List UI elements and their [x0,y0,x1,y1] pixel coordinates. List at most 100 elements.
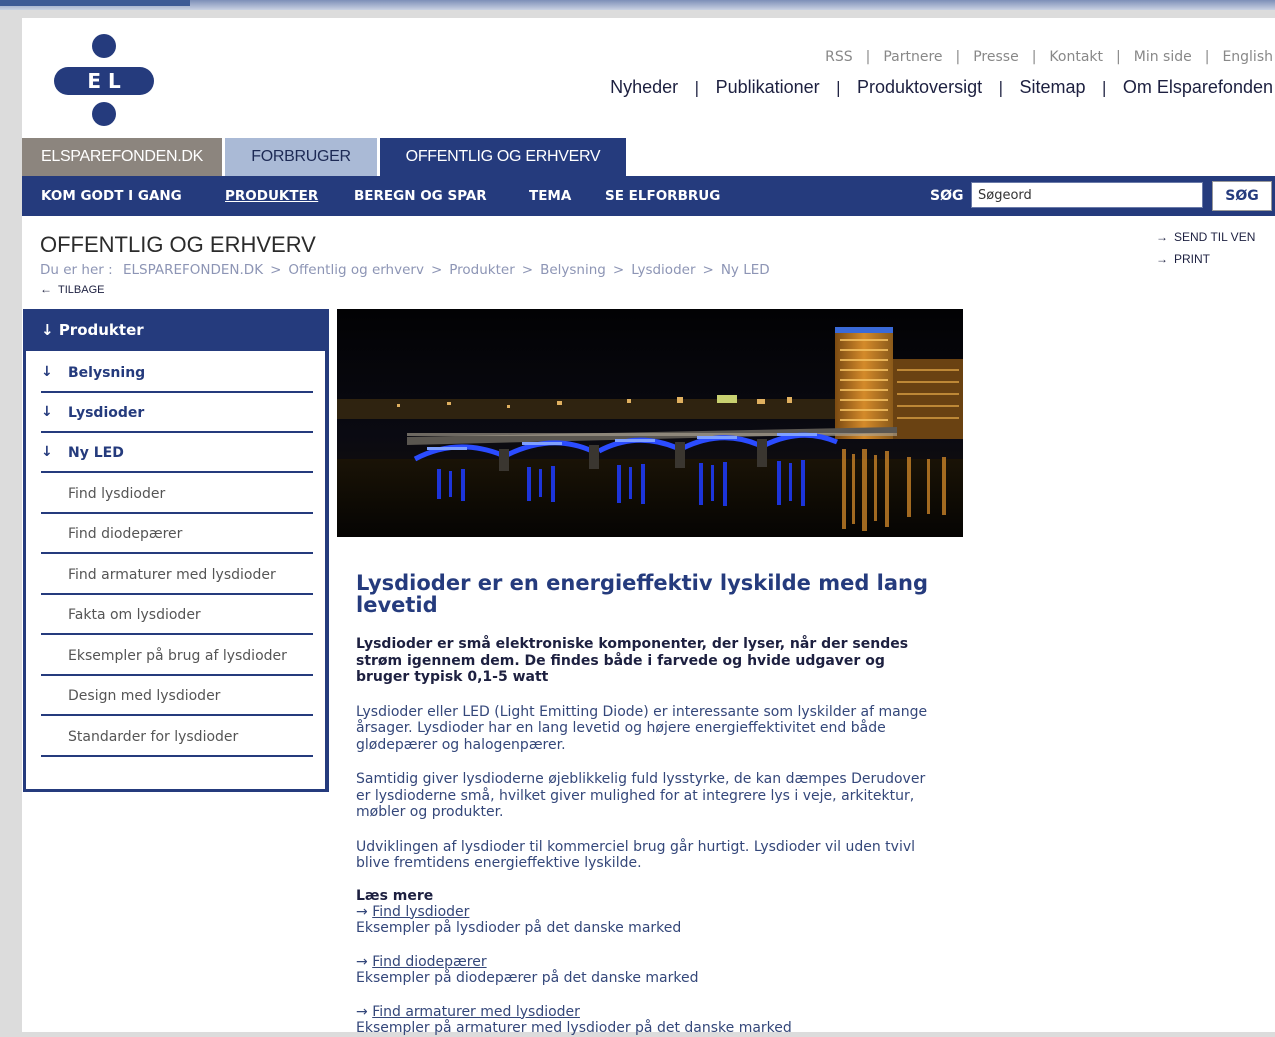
site-tabs: ELSPAREFONDEN.DK FORBRUGER OFFENTLIG OG … [22,138,1275,176]
sidebar-item-find-armaturer[interactable]: Find armaturer med lysdioder [41,555,313,595]
arrow-down-icon: ↓ [41,321,54,339]
sidebar-menu: ↓ Belysning ↓ Lysdioder ↓ Ny LED Find lysdi… [26,351,325,789]
article-lead: Lysdioder er små elektroniske komponente… [356,636,909,685]
nav-se-elforbrug[interactable]: SE ELFORBRUG [605,176,720,216]
breadcrumb-item[interactable]: Offentlig og erhverv [288,262,424,278]
back-label: TILBAGE [58,284,105,296]
sidebar-item-label: Belysning [68,365,146,381]
read-more-description: Eksempler på armaturer med lysdioder på … [356,1020,792,1036]
separator: | [835,78,842,97]
search-label: SØG [930,188,964,204]
breadcrumb-item-current: Ny LED [720,262,770,278]
link-presse[interactable]: Presse [973,49,1018,65]
breadcrumb: Du er her : ELSPAREFONDEN.DK > Offentlig o… [40,262,770,278]
sidebar-item-label: Standarder for lysdioder [68,729,239,745]
page: E L RSS | Partnere | Presse | Kontakt | Min side… [22,18,1275,1036]
arrow-right-icon: → [1156,252,1168,266]
read-more-description: Eksempler på lysdioder på det danske mar… [356,920,682,936]
tab-offentlig-og-erhverv[interactable]: OFFENTLIG OG ERHVERV [380,138,626,176]
sidebar-item-eksempler[interactable]: Eksempler på brug af lysdioder [41,636,313,676]
main-navigation: KOM GODT I GANG PRODUKTER BEREGN OG SPAR… [22,176,1275,216]
sidebar-item-find-diodepaerer[interactable]: Find diodepærer [41,514,313,554]
breadcrumb-item[interactable]: Belysning [540,262,606,278]
send-to-friend-label: SEND TIL VEN [1174,230,1256,244]
sidebar-item-label: Find lysdioder [68,486,166,502]
article-paragraph: Udviklingen af lysdioder til kommerciel … [356,838,916,872]
read-more-link-find-diodepaerer[interactable]: Find diodepærer [372,954,486,970]
breadcrumb-prefix: Du er her : [40,262,113,278]
separator: | [1116,49,1121,65]
breadcrumb-item[interactable]: Produkter [449,262,515,278]
separator: | [865,49,871,65]
search-input[interactable] [971,182,1203,208]
separator: | [1031,49,1037,65]
print-link[interactable]: → PRINT [1156,252,1255,266]
nav-kom-godt-i-gang[interactable]: KOM GODT I GANG [41,176,182,216]
link-nyheder[interactable]: Nyheder [610,77,678,97]
sidebar-item-standarder[interactable]: Standarder for lysdioder [41,717,313,757]
print-label: PRINT [1174,252,1210,266]
arrow-right-icon: → [356,1003,368,1020]
sidebar-item-fakta[interactable]: Fakta om lysdioder [41,595,313,635]
link-produktoversigt[interactable]: Produktoversigt [857,77,982,97]
breadcrumb-item[interactable]: Lysdioder [631,262,695,278]
arrow-right-icon: → [356,953,368,970]
breadcrumb-separator: > [521,262,534,278]
nav-beregn-og-spar[interactable]: BEREGN OG SPAR [354,176,487,216]
breadcrumb-separator: > [430,262,443,278]
hero-image-bridge-at-night [337,309,963,537]
sidebar-item-label: Find armaturer med lysdioder [68,567,276,583]
arrow-down-icon: ↓ [41,444,53,460]
sidebar-title[interactable]: ↓ Produkter [41,309,144,351]
sidebar-item-label: Find diodepærer [68,526,183,542]
sidebar-item-design[interactable]: Design med lysdioder [41,676,313,716]
separator: | [694,78,700,97]
sidebar-item-label: Ny LED [68,445,124,461]
read-more-item: → Find diodepærer Eksempler på diodepære… [356,954,936,987]
article-heading: Lysdioder er en energieffektiv lyskilde … [356,571,929,617]
sidebar-item-find-lysdioder[interactable]: Find lysdioder [41,474,313,514]
search-button[interactable]: SØG [1212,181,1272,211]
link-min-side[interactable]: Min side [1134,49,1192,65]
secondary-links: RSS | Partnere | Presse | Kontakt | Min side | Eng… [610,46,1273,65]
back-link[interactable]: ← TILBAGE [40,282,104,296]
link-kontakt[interactable]: Kontakt [1049,49,1103,65]
link-rss[interactable]: RSS [825,49,853,65]
primary-links: Nyheder | Publikationer | Produktoversigt | Si… [610,77,1273,98]
arrow-left-icon: ← [40,282,52,296]
utility-links: → SEND TIL VEN → PRINT [1156,230,1255,274]
article: Lysdioder er en energieffektiv lyskilde … [356,572,936,1037]
link-partnere[interactable]: Partnere [883,49,942,65]
tab-forbruger[interactable]: FORBRUGER [225,138,377,176]
sidebar-item-ny-led[interactable]: ↓ Ny LED [41,433,313,473]
nav-produkter[interactable]: PRODUKTER [225,176,318,216]
tab-elsparefonden[interactable]: ELSPAREFONDEN.DK [22,138,222,176]
send-to-friend-link[interactable]: → SEND TIL VEN [1156,230,1255,244]
logo-text: E L [87,69,121,93]
breadcrumb-item[interactable]: ELSPAREFONDEN.DK [123,262,263,278]
sidebar: ↓ Produkter ↓ Belysning ↓ Lysdioder ↓ Ny LE… [23,309,329,792]
sidebar-item-label: Lysdioder [68,405,145,421]
nav-tema[interactable]: TEMA [529,176,571,216]
el-logo[interactable]: E L [54,34,154,126]
link-sitemap[interactable]: Sitemap [1019,77,1085,97]
sidebar-item-lysdioder[interactable]: ↓ Lysdioder [41,393,313,433]
breadcrumb-separator: > [612,262,625,278]
sidebar-item-label: Eksempler på brug af lysdioder [68,648,287,664]
link-om-elsparefonden[interactable]: Om Elsparefonden [1123,77,1273,97]
separator: | [955,49,961,65]
article-paragraph: Lysdioder eller LED (Light Emitting Diod… [356,703,928,753]
article-paragraph: Samtidig giver lysdioderne øjeblikkelig … [356,771,926,820]
link-english[interactable]: English [1222,49,1273,65]
link-publikationer[interactable]: Publikationer [716,77,820,97]
read-more-description: Eksempler på diodepærer på det danske ma… [356,970,699,986]
read-more-link-find-lysdioder[interactable]: Find lysdioder [372,904,469,920]
sidebar-item-label: Fakta om lysdioder [68,607,201,623]
sidebar-title-label: Produkter [58,321,144,339]
sidebar-item-belysning[interactable]: ↓ Belysning [41,353,313,393]
separator: | [1204,49,1210,65]
read-more-item: → Find lysdioder Eksempler på lysdioder … [356,904,936,937]
read-more-link-find-armaturer[interactable]: Find armaturer med lysdioder [372,1004,580,1020]
separator: | [998,78,1004,97]
sidebar-item-label: Design med lysdioder [68,688,221,704]
